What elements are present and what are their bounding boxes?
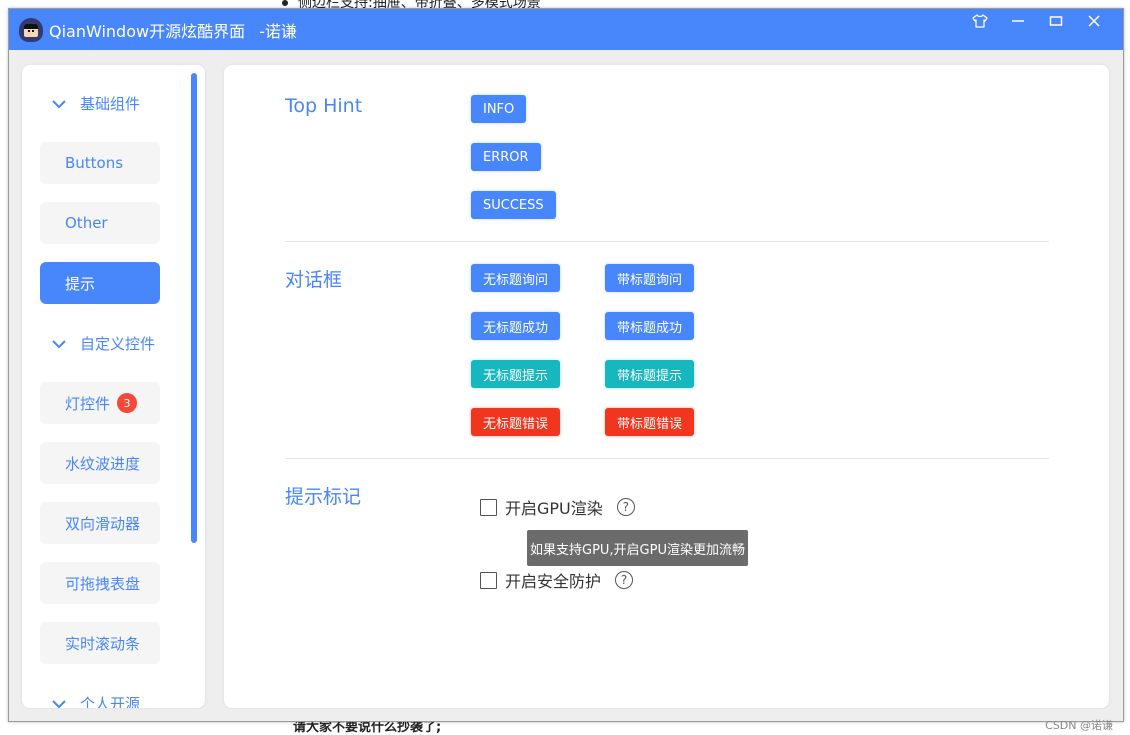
section-dialog-label: 对话框 [285,269,343,291]
skin-button[interactable] [961,9,999,33]
sidebar-item-hint[interactable]: 提示 [40,262,160,304]
sidebar-item-label: 可拖拽表盘 [65,574,141,593]
section-top-hint-label: Top Hint [285,95,363,117]
titled-success-button[interactable]: 带标题成功 [605,312,695,340]
sidebar-item-scrollbar[interactable]: 实时滚动条 [40,622,160,664]
sidebar-item-label: 灯控件 [65,394,111,413]
sidebar-item-label: Other [65,214,108,232]
error-button[interactable]: ERROR [471,143,541,171]
sidebar-item-label: 水纹波进度 [65,454,141,473]
titlebar[interactable]: QianWindow开源炫酷界面 -诺谦 [9,9,1123,50]
titled-info-button[interactable]: 带标题提示 [605,360,695,388]
minimize-button[interactable] [999,9,1037,33]
untitled-ask-button[interactable]: 无标题询问 [471,264,561,292]
sidebar-group-basic[interactable]: 基础组件 [52,93,140,114]
maximize-button[interactable] [1037,9,1075,33]
success-button[interactable]: SUCCESS [471,191,556,219]
skin-icon [972,14,988,28]
window-title: QianWindow开源炫酷界面 [49,21,246,41]
close-icon [1088,15,1100,27]
app-avatar-icon [19,17,43,42]
sidebar-group-label: 基础组件 [80,95,141,113]
sidebar-group-label: 自定义控件 [80,335,156,353]
watermark: CSDN @诺谦 [1045,719,1113,732]
notification-badge: 3 [117,393,138,413]
sidebar-item-label: Buttons [65,154,124,172]
section-hint-mark-label: 提示标记 [285,486,362,508]
window-controls [961,9,1113,33]
security-label: 开启安全防护 [505,572,602,591]
chevron-down-icon [52,699,66,708]
gpu-render-checkbox[interactable] [480,498,497,516]
maximize-icon [1049,16,1063,26]
sidebar-item-buttons[interactable]: Buttons [40,142,160,184]
help-icon[interactable]: ? [616,498,635,516]
minimize-icon [1012,20,1024,22]
close-button[interactable] [1075,9,1113,33]
untitled-info-button[interactable]: 无标题提示 [471,360,561,388]
untitled-error-button[interactable]: 无标题错误 [471,408,561,436]
sidebar: 基础组件 Buttons Other 提示 自定义控件 灯控件 3 水纹波进度 … [22,65,205,708]
sidebar-group-custom[interactable]: 自定义控件 [52,333,155,354]
bullet-icon [282,0,288,6]
sidebar-item-label: 实时滚动条 [65,634,141,653]
sidebar-scrollbar[interactable] [191,73,197,543]
sidebar-item-light[interactable]: 灯控件 3 [40,382,160,424]
sidebar-group-opensource[interactable]: 个人开源 [52,693,140,708]
sidebar-item-range-slider[interactable]: 双向滑动器 [40,502,160,544]
sidebar-group-label: 个人开源 [80,695,141,708]
untitled-success-button[interactable]: 无标题成功 [471,312,561,340]
chevron-down-icon [52,339,66,348]
section-divider [285,241,1049,242]
gpu-render-label: 开启GPU渲染 [505,499,603,518]
security-checkbox-row[interactable]: 开启安全防护 ? [480,568,634,592]
app-window: QianWindow开源炫酷界面 -诺谦 基础组件 Buttons Other … [8,8,1124,732]
titled-ask-button[interactable]: 带标题询问 [605,264,695,292]
window-author: -诺谦 [259,21,297,41]
security-checkbox[interactable] [480,571,497,589]
sidebar-item-wave-progress[interactable]: 水纹波进度 [40,442,160,484]
sidebar-item-other[interactable]: Other [40,202,160,244]
sidebar-item-dial[interactable]: 可拖拽表盘 [40,562,160,604]
titled-error-button[interactable]: 带标题错误 [605,408,695,436]
section-divider [285,458,1049,459]
gpu-tooltip: 如果支持GPU,开启GPU渲染更加流畅 [527,530,748,566]
sidebar-item-label: 双向滑动器 [65,514,141,533]
sidebar-item-label: 提示 [65,274,96,293]
help-icon[interactable]: ? [615,571,634,589]
chevron-down-icon [52,99,66,108]
info-button[interactable]: INFO [471,95,527,123]
main-panel: Top Hint INFO ERROR SUCCESS 对话框 无标题询问 带标… [224,65,1109,708]
gpu-render-checkbox-row[interactable]: 开启GPU渲染 ? [480,495,635,519]
